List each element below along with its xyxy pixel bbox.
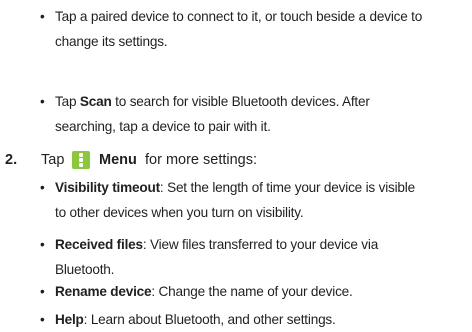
menu-label: Menu (99, 152, 137, 168)
bullet-line: to other devices when you turn on visibi… (55, 205, 304, 220)
bullet-help: • Help: Learn about Bluetooth, and other… (40, 307, 468, 332)
bullet-line: Tap a paired device to connect to it, or… (55, 9, 423, 24)
step-rest-text: for more settings: (145, 152, 258, 168)
step-number: 2. (5, 152, 18, 168)
bullet-dot: • (40, 312, 45, 327)
bullet-line: Help: Learn about Bluetooth, and other s… (40, 307, 468, 332)
scan-keyword: Scan (79, 94, 112, 109)
menu-icon (72, 151, 90, 169)
definition: : Change the name of your device. (151, 284, 353, 299)
bullet-dot: • (40, 180, 45, 195)
step-tap-text: Tap (41, 152, 65, 168)
bullet-dot: • (40, 284, 45, 299)
definition: : Set the length of time your device is … (159, 180, 415, 195)
term: Received files (55, 237, 143, 252)
bullet-line: change its settings. (55, 34, 168, 49)
bullet-received-files: • Received files: View files transferred… (40, 232, 468, 282)
bullet-rename-device: • Rename device: Change the name of your… (40, 279, 468, 304)
term: Rename device (55, 284, 152, 299)
definition: : View files transferred to your device … (142, 237, 379, 252)
bullet-dot: • (40, 237, 45, 252)
bullet-line: Received files: View files transferred t… (40, 232, 468, 257)
text-post: to search for visible Bluetooth devices.… (111, 94, 370, 109)
definition: : Learn about Bluetooth, and other setti… (83, 312, 336, 327)
bullet-dot: • (40, 9, 45, 24)
text-pre: Tap (55, 94, 80, 109)
bullet-paired-device: • Tap a paired device to connect to it, … (40, 4, 468, 54)
term: Visibility timeout (55, 180, 160, 195)
bullet-line: searching, tap a device to pair with it. (55, 119, 271, 134)
bullet-visibility-timeout: • Visibility timeout: Set the length of … (40, 175, 468, 225)
bullet-scan: • Tap Scan to search for visible Bluetoo… (40, 89, 468, 139)
bullet-line: Visibility timeout: Set the length of ti… (40, 175, 468, 200)
bullet-dot: • (40, 94, 45, 109)
step-2: 2. Tap Menu for more settings: (5, 147, 465, 173)
bullet-line: Tap Scan to search for visible Bluetooth… (40, 89, 468, 114)
manual-page: • Tap a paired device to connect to it, … (0, 0, 472, 332)
term: Help (55, 312, 84, 327)
bullet-line: Rename device: Change the name of your d… (40, 279, 468, 304)
